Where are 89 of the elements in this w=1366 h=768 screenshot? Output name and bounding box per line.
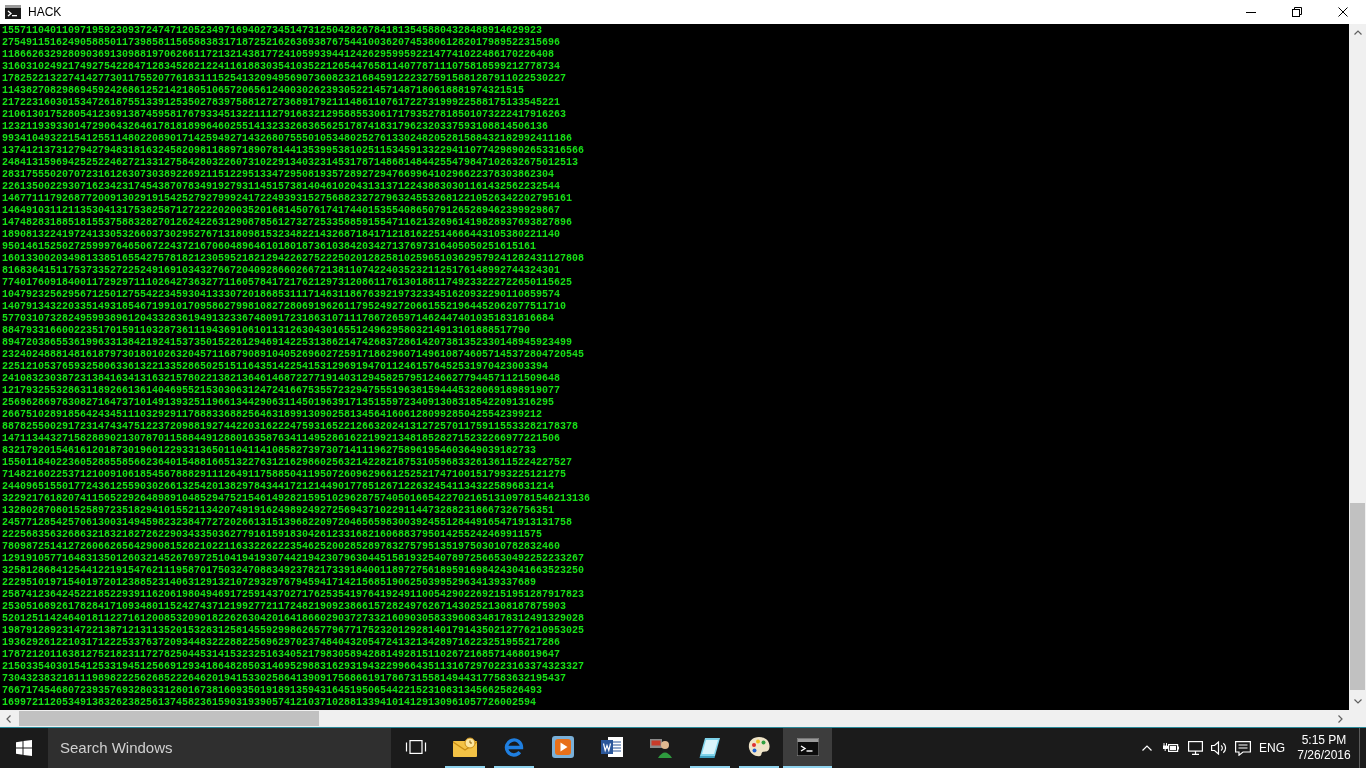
console-line: 83217920154616120187301960122933136501104114108582739730714111962758961954603649039182733 (2, 445, 537, 457)
console-line: 77401760918400117292971110264273632771160578417217621297312086117613018811749233222722650115625 (2, 277, 573, 289)
console-line: 1291910577164831350126032145267697251041941930744219423079630445158193254078972566530492252233267 (2, 553, 585, 565)
console-line: 226135002293071623423174543870783491927931145157381404610204313137122438830301161432562232544 (2, 181, 561, 193)
console-line: 25696286978308271647371014913932511966134429063114501963917135155972340913083185422091316295 (2, 397, 555, 409)
console-line: 15501184022360528855856623640154881665132276312162986025632142282187531059683326136115224227527 (2, 457, 573, 469)
terminal-icon (5, 5, 21, 19)
language-indicator[interactable]: ENG (1259, 741, 1285, 755)
console-line: 7148216022537121009106185456788829111264911758850411950726096296612525217471001517993225121275 (2, 469, 567, 481)
console-line: 266751028918564243451110329291178883368825646318991309025813456416061280992850425542399212 (2, 409, 543, 421)
console-line: 2530516892617828417109348011524274371219927721172482190923866157282497626714302521308187875903 (2, 601, 567, 613)
console-line: 16997211205349138326238256137458236159031939057412103710288133941014129130961057726002594 (2, 697, 537, 709)
console-line: 816836415117537335272252491691034327667204092866026672138110742240352321125176148992744324301 (2, 265, 561, 277)
console-line: 7304323832181119898222562685222646201941533025864139091756866191786731558149443177583632195437 (2, 673, 567, 685)
chevron-right-icon (1338, 714, 1343, 723)
taskbar-app-button[interactable] (783, 728, 832, 768)
windows-icon (16, 740, 32, 756)
console-line: 2150335403015412533194512566912934186482850314695298831629319432299664351131672970223163374323327 (2, 661, 585, 673)
console-line: 114382708298694592426861252142180510657206561240030262393052214571487180618881974321515 (2, 85, 525, 97)
console-line: 14677111792687720091302919154252792799924172249393152756882327279632455326812210526342202795161 (2, 193, 573, 205)
console-line: 780987251412726066265642900815282102211633226222354625200285289783275795135197503010782832460 (2, 541, 561, 553)
console-line: 155711040110971959230937247471205234971694027345147312504282678418135458804328488914629923 (2, 25, 543, 37)
play-icon (551, 736, 574, 758)
console-line: 28317555020707231612630730389226921151229513347295081935728927294766996410296622378303862304 (2, 169, 555, 181)
console-line: 95014615250272599976465067224372167060489646101801873610384203427137697316405050251615161 (2, 241, 537, 253)
message-icon (1235, 740, 1251, 756)
console-line: 32292176182074115652292648989104852947521546149282159510296287574050166542270216513109781546213136 (2, 493, 591, 505)
notepad-icon (698, 736, 721, 758)
restore-icon (1292, 7, 1302, 17)
console-line: 104792325629567125012755422345930413330720186853111714631186763921973233451620932290110859574 (2, 289, 561, 301)
console-line: 24577128542570613003149459823238477272026613151396822097204656598300392455128449165471913131758 (2, 517, 573, 529)
console-line: 57703107328249599389612043328361949132336748091723186310711178672659714624474010351831816684 (2, 313, 555, 325)
console-line: 193629261221031712225337637209344832228822569629702374840432054724132134289716223251955217286 (2, 637, 561, 649)
scrollbar-thumb[interactable] (19, 711, 319, 726)
search-field[interactable]: Search Windows (48, 728, 391, 768)
console-line: 217223160301534726187551339125350278397588127273689179211148611076172273199922588175133545221 (2, 97, 561, 109)
network-icon (1187, 741, 1203, 755)
console-line: 99341049322154125511480220890171425949271432680755501053480252761330248205281588432182992411186 (2, 133, 573, 145)
chevron-up-icon (1142, 745, 1152, 751)
console-line: 241083230387231384163413163215780221382136461468722771914031294582579512466277944571121509648 (2, 373, 561, 385)
console-line: 89472038655361996331384219241537350152261294691422531386214742683728614207381352330148945923499 (2, 337, 573, 349)
console-line: 8847933166002235170159110328736111943691061011312630430165512496295803214913101888517790 (2, 325, 531, 337)
chevron-up-icon (1353, 30, 1362, 35)
document-icon (600, 736, 623, 758)
console-line: 2106130175280541236913874595817679334513221112791683212958855306171793527818501073222417916263 (2, 109, 567, 121)
console-line: 13280287080152589723518294101552113420749191624989249272569437102291144732882318667326756351 (2, 505, 555, 517)
console-line: 1232119393301472906432646178181899646025514132332683656251787418317962320337593108814506136 (2, 121, 549, 133)
console-line: 3258128684125441221915476211195870175032470883492378217339184001189727561895916984243041663523250 (2, 565, 585, 577)
console-line: 2251210537659325806336132213352865025151164351422541531296919470112461576452531970423003394 (2, 361, 549, 373)
task-view-icon (404, 739, 427, 755)
console-line: 1374121373127942794831816324582098118897189078144135399538102511534591332294110774298902653316566 (2, 145, 585, 157)
minimize-icon (1246, 11, 1256, 13)
console-line: 178721201163812752182311727825044531415323251634052179830589428814928151102672168571468019647 (2, 649, 561, 661)
chevron-left-icon (6, 714, 11, 723)
scrollbar-thumb[interactable] (1350, 503, 1365, 690)
chevron-down-icon (1353, 699, 1362, 704)
console-line: 1407913432203351493185467199101709586279981082728069196261179524927206615521964452062077511710 (2, 301, 567, 313)
volume-icon (1211, 741, 1227, 755)
clock-date[interactable]: 7/26/2016 (1297, 748, 1351, 763)
console-line: 316031024921749275422847128345282122411618830354103522126544765811407787111075818599212778734 (2, 61, 561, 73)
console-line: 1987912892314722138712131135201532831258145592998626577967717523201292814017914350212776210953025 (2, 625, 585, 637)
console-line: 766717454680723935769328033128016738160935019189135943164519506544221523108313456625826493 (2, 685, 543, 697)
battery-icon (1163, 742, 1179, 754)
console-line: 222568356326863218321827262290343350362779161591830426123316821606883795014255242469911575 (2, 529, 543, 541)
console-line: 2587412364245221852293911620619804946917259143702717625354197641924911005429022692151951287917823 (2, 589, 585, 601)
vertical-scrollbar[interactable] (1349, 24, 1366, 710)
terminal-icon (796, 738, 819, 756)
console-line: 189081322419724133053266037302952767131809815323482214326871841712181622514666443105380221140 (2, 229, 561, 241)
console-line: 147113443271582889021307870115884491288016358763411495286162219921348185282715232266977221506 (2, 433, 561, 445)
console-line: 5201251142464018112271612008532090182262630420164186602903727332160903058339608348178312491329028 (2, 613, 585, 625)
console-line: 887825500291723147434751223720988192744220316222475931652212663202413127257011759115533282178378 (2, 421, 579, 433)
person-icon (649, 736, 672, 758)
browser-icon (502, 736, 525, 758)
console-line: 11866263292809036913098819706266117213214381772410599394412426295995922147741022486170226408 (2, 49, 555, 61)
envelope-icon (452, 737, 477, 757)
console-line: 146491031121135304131753825871272222020035201681450761741744015355408650791265289462399929867 (2, 205, 561, 217)
console-line: 248413159694252522462721331275842803226073102291340323145317871486814844255479847102632675012513 (2, 157, 579, 169)
window-title: HACK (28, 5, 62, 19)
console-line: 22295101971540197201238852314063129132107293297679459417142156851906250399529634139337689 (2, 577, 537, 589)
console-line: 275491151624905885011739858115658838317187252162636938767544100362074538061282017989522315696 (2, 37, 561, 49)
console-line: 1782522132274142773011755207761831115254132094956907360823216845912223275915881287911022530227 (2, 73, 567, 85)
palette-icon (747, 736, 770, 758)
console-line: 2324024888148161879730180102632045711687908910405269602725917186296071496108746057145372804720545 (2, 349, 585, 361)
close-icon (1338, 7, 1348, 17)
clock-time[interactable]: 5:15 PM (1301, 733, 1347, 748)
console-line: 14748283188518155375883282701262422631290878561273272533588591554711621326961419828937693827896 (2, 217, 573, 229)
console-line: 24409651550177243612559030266132542013829784344172121449017785126712263245411343225896831214 (2, 481, 555, 493)
console-line: 121793255328631189266136140469552153030631247241667535572329475551963815944453280691898919077 (2, 385, 561, 397)
console-line: 1601330020349813385165542757818212305952182129422627522250201282581025965103629579241282431127808 (2, 253, 585, 265)
